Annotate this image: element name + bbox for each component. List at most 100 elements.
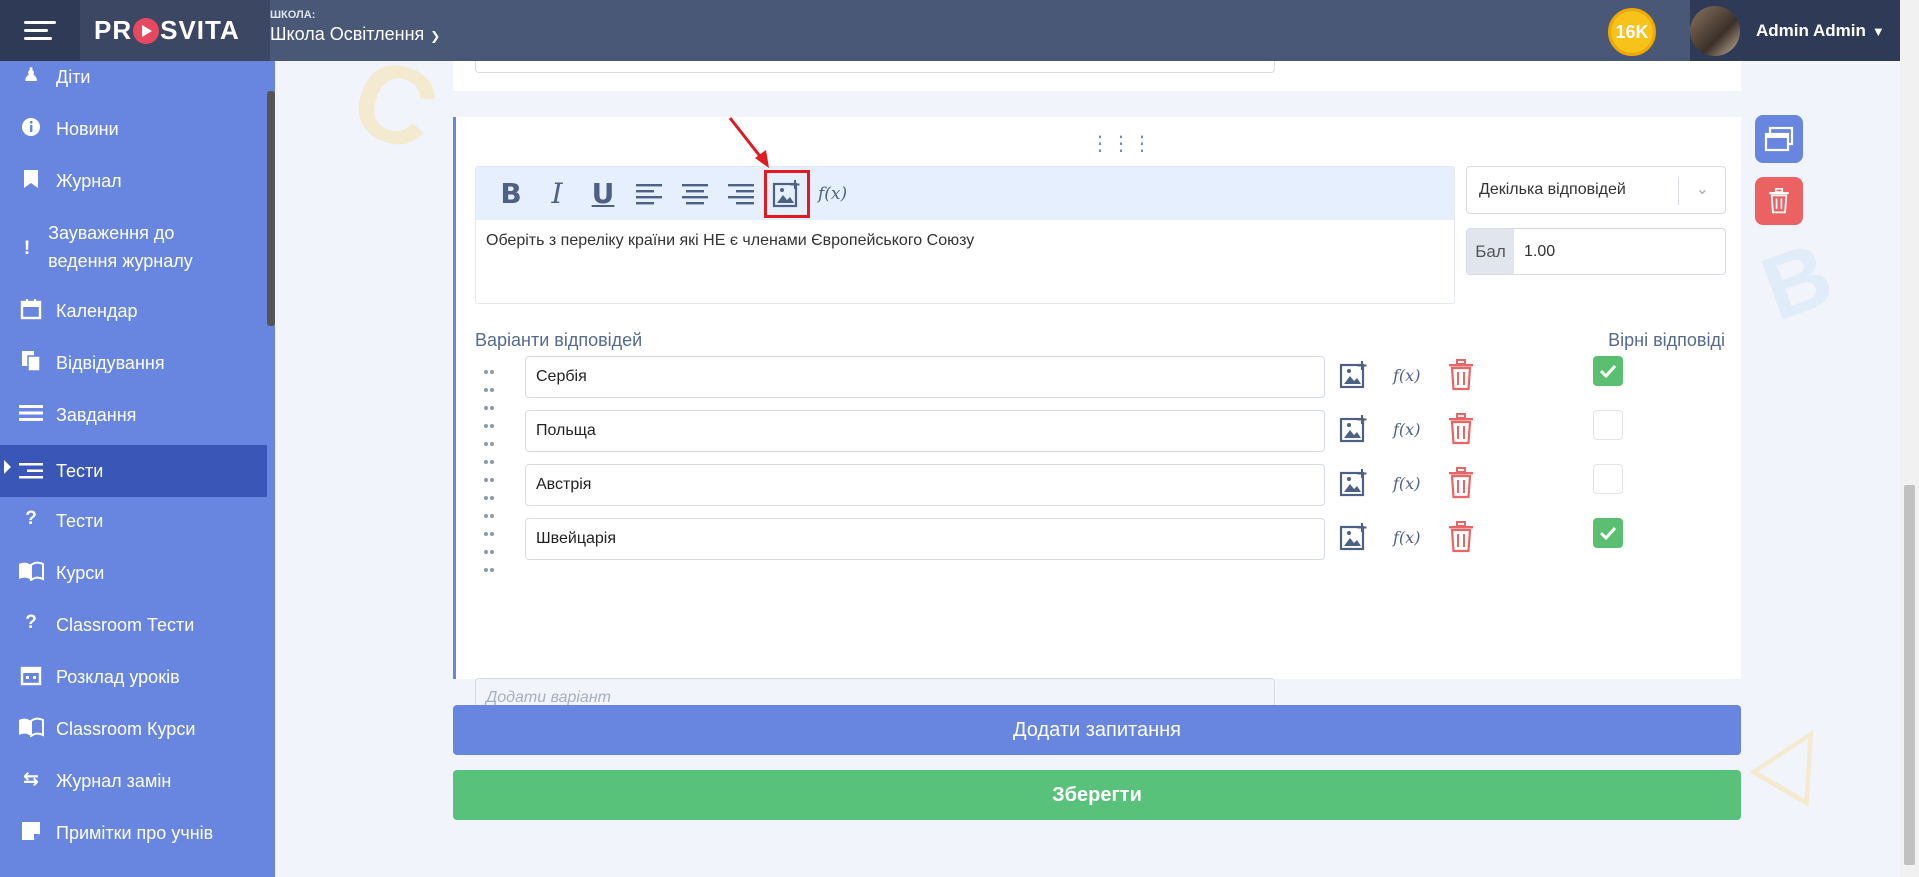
question-text[interactable]: Оберіть з переліку країни які НЕ є члена… — [476, 220, 1454, 262]
answer-row: Польща f(x) — [475, 410, 1725, 464]
sidebar-item-label: Classroom Тести — [56, 615, 195, 635]
hamburger-menu-button[interactable] — [0, 0, 80, 61]
answers-title: Варіанти відповідей — [475, 330, 643, 350]
question-type-value: Декілька відповідей — [1479, 181, 1626, 198]
correct-checkbox[interactable] — [1593, 518, 1623, 548]
correct-checkbox[interactable] — [1593, 410, 1623, 440]
correct-checkbox[interactable] — [1593, 356, 1623, 386]
add-question-button[interactable]: Додати запитання — [453, 705, 1741, 755]
correct-answers-title: Вірні відповіді — [1608, 330, 1725, 350]
trash-icon — [1449, 521, 1473, 553]
sidebar-item-courses[interactable]: Курси — [0, 559, 267, 587]
tasks-icon — [18, 401, 44, 425]
sidebar-scrollbar[interactable] — [267, 91, 275, 326]
watermark-decoration: △ — [1744, 693, 1855, 815]
sidebar-item-tests-active[interactable]: Тести — [0, 445, 267, 497]
watermark-decoration: B — [1749, 223, 1845, 341]
trash-icon — [1449, 467, 1473, 499]
info-icon — [18, 115, 44, 139]
sidebar-item-journal-remarks[interactable]: ! Зауваження до ведення журналу — [0, 219, 240, 275]
user-name: Admin Admin — [1756, 20, 1866, 40]
insert-image-button[interactable] — [764, 169, 810, 218]
sidebar-item-calendar[interactable]: Календар — [0, 297, 267, 325]
sidebar-item-substitutions[interactable]: ⇆ Журнал замін — [0, 767, 267, 795]
bold-icon: B — [500, 177, 522, 210]
delete-answer-button[interactable] — [1448, 413, 1474, 450]
align-left-button[interactable] — [626, 174, 672, 214]
calendar-grid-icon — [18, 663, 44, 687]
question-icon: ? — [25, 612, 37, 633]
trash-icon — [1449, 359, 1473, 391]
drag-handle-icon[interactable]: ⋮⋮⋮ — [1090, 131, 1153, 156]
sidebar-item-attendance[interactable]: Відвідування — [0, 349, 267, 377]
sidebar-item-tests[interactable]: ? Тести — [0, 507, 267, 535]
sidebar-item-label: Тести — [56, 511, 104, 531]
image-add-icon — [1339, 469, 1367, 497]
sidebar-item-journal[interactable]: Журнал — [0, 167, 267, 195]
scrollbar-thumb[interactable] — [1904, 485, 1915, 865]
top-bar: PR SVITA ШКОЛА: Школа Освітлення ❯ 16K Adm… — [0, 0, 1900, 61]
logo[interactable]: PR SVITA — [80, 0, 270, 61]
answer-input[interactable]: Польща — [525, 410, 1325, 452]
delete-question-button[interactable] — [1755, 177, 1803, 225]
sidebar-item-student-notes[interactable]: Примітки про учнів — [0, 819, 267, 847]
book-icon — [18, 715, 44, 739]
answer-formula-button[interactable]: f(x) — [1393, 474, 1420, 493]
image-add-icon — [1339, 361, 1367, 389]
answer-input[interactable]: Сербія — [525, 356, 1325, 398]
answer-image-button[interactable] — [1339, 522, 1369, 557]
align-center-button[interactable] — [672, 174, 718, 214]
school-selector[interactable]: ШКОЛА: Школа Освітлення ❯ — [270, 9, 440, 45]
answer-formula-button[interactable]: f(x) — [1393, 366, 1420, 385]
check-icon — [1599, 364, 1617, 378]
sidebar-item-tasks[interactable]: Завдання — [0, 401, 267, 429]
delete-answer-button[interactable] — [1448, 359, 1474, 396]
delete-answer-button[interactable] — [1448, 467, 1474, 504]
chevron-down-icon: ❯ — [430, 29, 441, 43]
chevron-down-icon: ▼ — [1871, 23, 1885, 39]
duplicate-question-button[interactable] — [1755, 115, 1803, 163]
bold-button[interactable]: B — [488, 174, 534, 214]
underline-button[interactable]: U — [580, 174, 626, 214]
sidebar-item-label: Новини — [56, 119, 119, 139]
sidebar-item-classroom-courses[interactable]: Classroom Курси — [0, 715, 267, 743]
page-scrollbar[interactable] — [1900, 0, 1919, 877]
drag-handle-icon[interactable] — [483, 526, 497, 580]
answer-image-button[interactable] — [1339, 468, 1369, 503]
formula-button[interactable]: f(x) — [818, 184, 847, 204]
image-add-icon — [1339, 523, 1367, 551]
school-label: ШКОЛА: — [270, 9, 316, 21]
sidebar-item-label: Журнал — [56, 171, 122, 191]
align-center-icon — [682, 183, 708, 204]
answer-image-button[interactable] — [1339, 360, 1369, 395]
answer-row: Австрія f(x) — [475, 464, 1725, 518]
align-right-button[interactable] — [718, 174, 764, 214]
sidebar-item-schedule[interactable]: Розклад уроків — [0, 663, 267, 691]
question-type-select[interactable]: Декілька відповідей ⌄ — [1466, 166, 1726, 214]
sidebar-item-classroom-tests[interactable]: ? Classroom Тести — [0, 611, 267, 639]
answer-input[interactable]: Австрія — [525, 464, 1325, 506]
hamburger-icon — [24, 16, 56, 45]
sidebar-item-news[interactable]: Новини — [0, 115, 267, 143]
answer-formula-button[interactable]: f(x) — [1393, 528, 1420, 547]
correct-checkbox[interactable] — [1593, 464, 1623, 494]
answer-image-button[interactable] — [1339, 414, 1369, 449]
score-input[interactable]: 1.00 — [1514, 229, 1555, 274]
coins-badge[interactable]: 16K — [1608, 8, 1656, 56]
sidebar-item-children[interactable]: ♟ Діти — [0, 63, 267, 91]
sidebar-item-label: Курси — [56, 563, 105, 583]
answer-input[interactable]: Швейцарія — [525, 518, 1325, 560]
score-label: Бал — [1467, 229, 1514, 274]
book-icon — [18, 559, 44, 583]
swap-icon: ⇆ — [23, 768, 39, 790]
chevron-down-icon: ⌄ — [1695, 181, 1709, 198]
answer-formula-button[interactable]: f(x) — [1393, 420, 1420, 439]
italic-button[interactable]: I — [534, 174, 580, 214]
annotation-arrow-icon — [728, 117, 769, 168]
copy-window-icon — [1764, 126, 1794, 152]
child-icon: ♟ — [22, 64, 40, 86]
exclamation-icon: ! — [23, 238, 31, 259]
user-menu[interactable]: Admin Admin ▼ — [1690, 0, 1900, 61]
delete-answer-button[interactable] — [1448, 521, 1474, 558]
save-button[interactable]: Зберегти — [453, 770, 1741, 820]
